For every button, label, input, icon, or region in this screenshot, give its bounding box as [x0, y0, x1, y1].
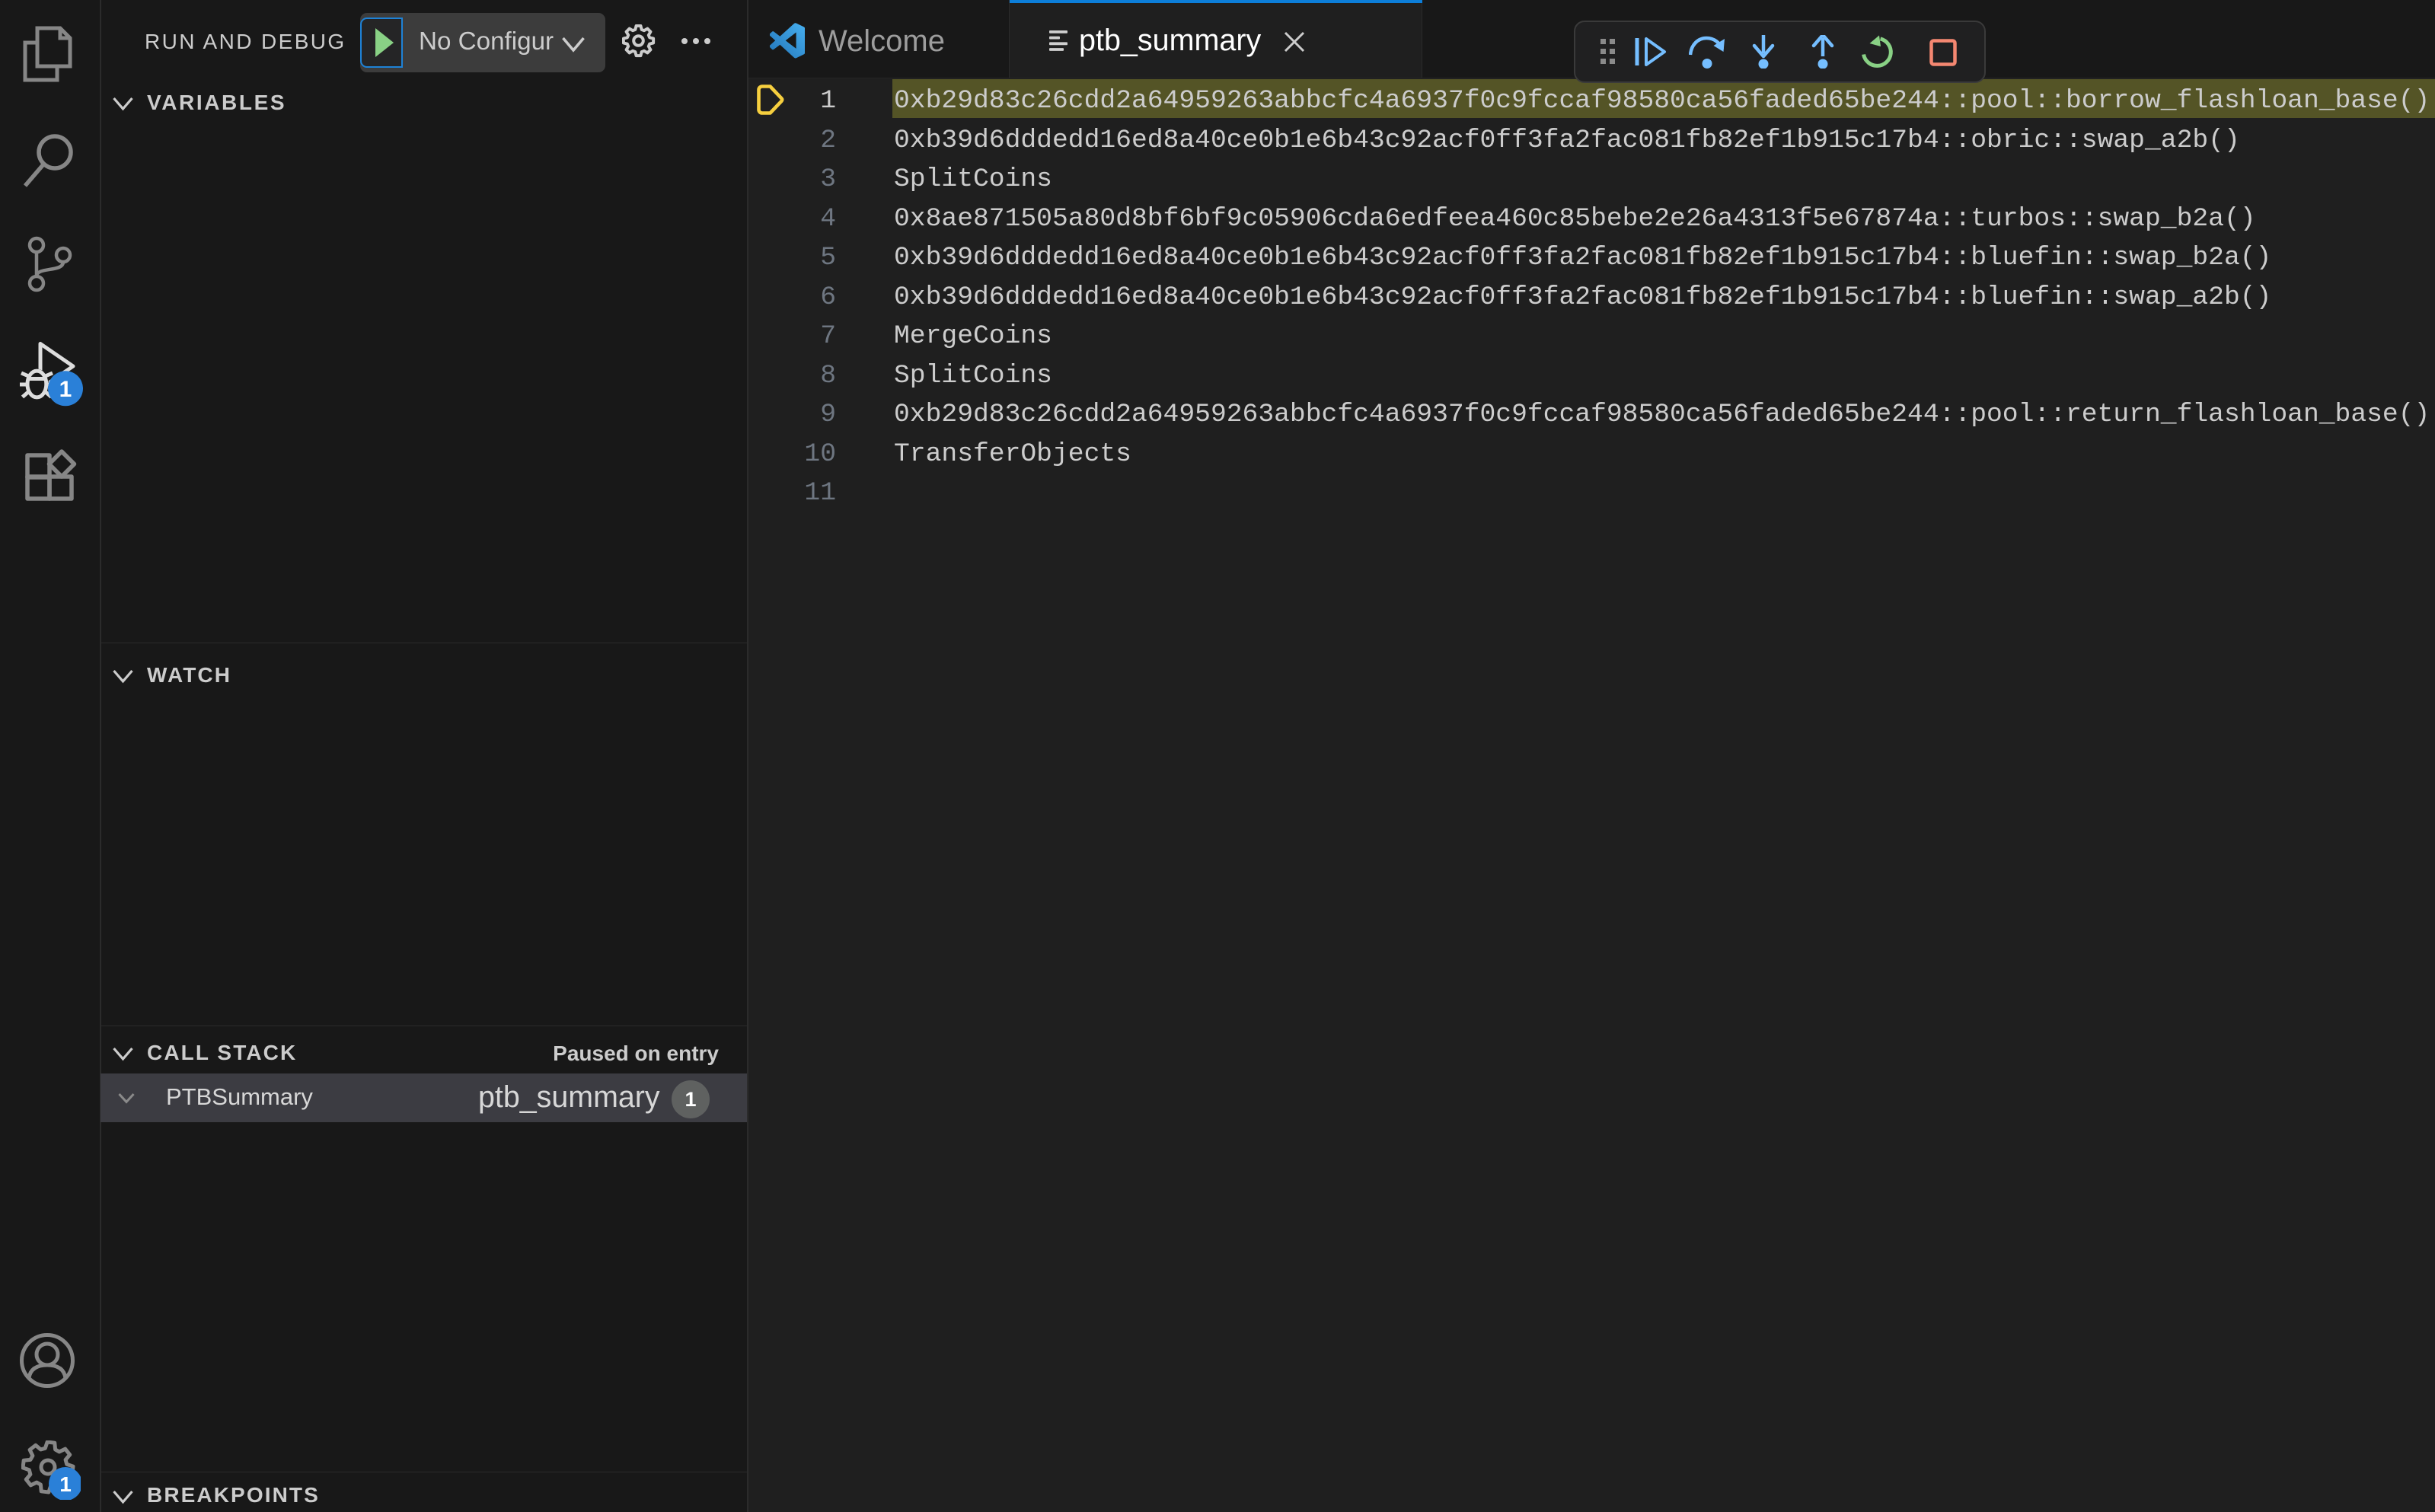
svg-text:1: 1 — [59, 1472, 72, 1496]
svg-text:1: 1 — [59, 377, 72, 402]
